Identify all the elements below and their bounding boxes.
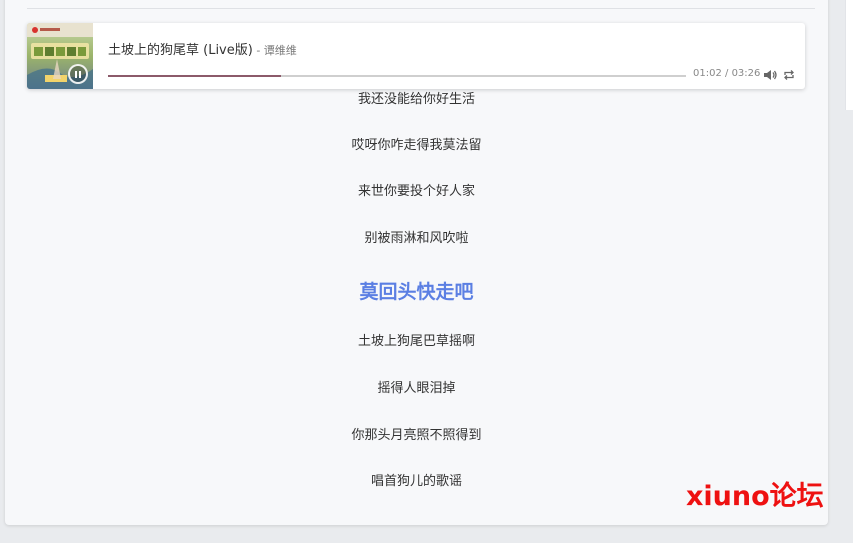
loop-icon[interactable] <box>783 69 795 81</box>
time-display: 01:02 / 03:26 <box>693 68 760 79</box>
lyrics-panel: 我还没能给你好生活 哎呀你咋走得我莫法留 来世你要投个好人家 别被雨淋和风吹啦 … <box>5 76 828 506</box>
lyric-line: 你那头月亮照不照得到 <box>351 428 482 443</box>
lyric-line: 哎呀你咋走得我莫法留 <box>351 138 482 153</box>
watermark-text: xiuno论坛 <box>686 481 824 512</box>
lyric-line: 摇得人眼泪掉 <box>377 381 456 396</box>
time-separator: / <box>721 68 732 79</box>
album-cover[interactable] <box>27 23 93 89</box>
lyric-line: 来世你要投个好人家 <box>357 184 475 199</box>
song-info: 土坡上的狗尾草 (Live版) - 谭维维 <box>108 39 297 58</box>
lyric-line: 别被雨淋和风吹啦 <box>364 231 469 246</box>
song-title: 土坡上的狗尾草 (Live版) <box>108 43 253 58</box>
top-divider <box>27 8 815 9</box>
lyric-line-active: 莫回头快走吧 <box>359 281 474 303</box>
total-time: 03:26 <box>731 68 761 79</box>
artist-name[interactable]: 谭维维 <box>264 44 297 57</box>
current-time: 01:02 <box>693 68 722 79</box>
pause-icon[interactable] <box>68 64 88 84</box>
right-panel-edge <box>845 0 853 110</box>
volume-icon[interactable] <box>763 68 777 82</box>
music-player: 土坡上的狗尾草 (Live版) - 谭维维 01:02 / 03:26 <box>27 23 805 89</box>
lyric-line: 土坡上狗尾巴草摇啊 <box>357 334 475 349</box>
progress-fill <box>108 75 282 77</box>
artist-separator: - <box>252 44 264 57</box>
progress-bar[interactable] <box>108 75 686 77</box>
lyric-line: 我还没能给你好生活 <box>357 92 475 107</box>
